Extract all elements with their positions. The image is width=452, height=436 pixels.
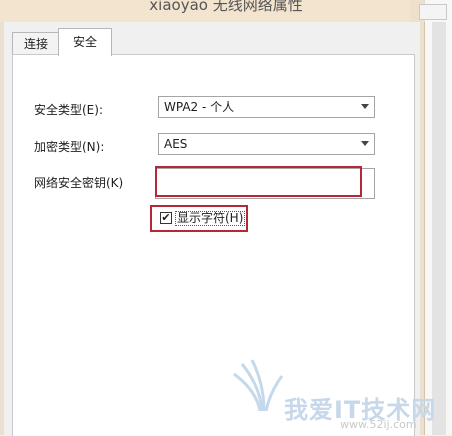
- security-type-label: 安全类型(E):: [34, 103, 103, 117]
- chevron-down-icon: [361, 141, 369, 146]
- tab-security[interactable]: 安全: [58, 28, 112, 56]
- watermark-logo-icon: [233, 359, 284, 412]
- show-characters-checkbox[interactable]: ✔: [160, 212, 172, 224]
- encryption-type-label: 加密类型(N):: [34, 140, 105, 154]
- tab-connect[interactable]: 连接: [12, 32, 60, 55]
- encryption-type-select[interactable]: AES: [158, 133, 375, 155]
- window-title: xiaoyao 无线网络属性: [149, 0, 303, 14]
- close-button-fragment[interactable]: [419, 4, 447, 20]
- key-highlight-box: [155, 166, 362, 197]
- encryption-type-value: AES: [164, 137, 188, 151]
- watermark-url: www.52ij.com: [340, 418, 417, 431]
- chevron-down-icon: [361, 104, 369, 109]
- checkmark-icon: ✔: [161, 211, 171, 224]
- security-type-value: WPA2 - 个人: [164, 100, 235, 114]
- show-characters-label[interactable]: 显示字符(H): [175, 211, 246, 226]
- network-key-label: 网络安全密钥(K): [34, 176, 124, 190]
- security-type-select[interactable]: WPA2 - 个人: [158, 96, 375, 118]
- scrollbar-track[interactable]: [432, 22, 446, 435]
